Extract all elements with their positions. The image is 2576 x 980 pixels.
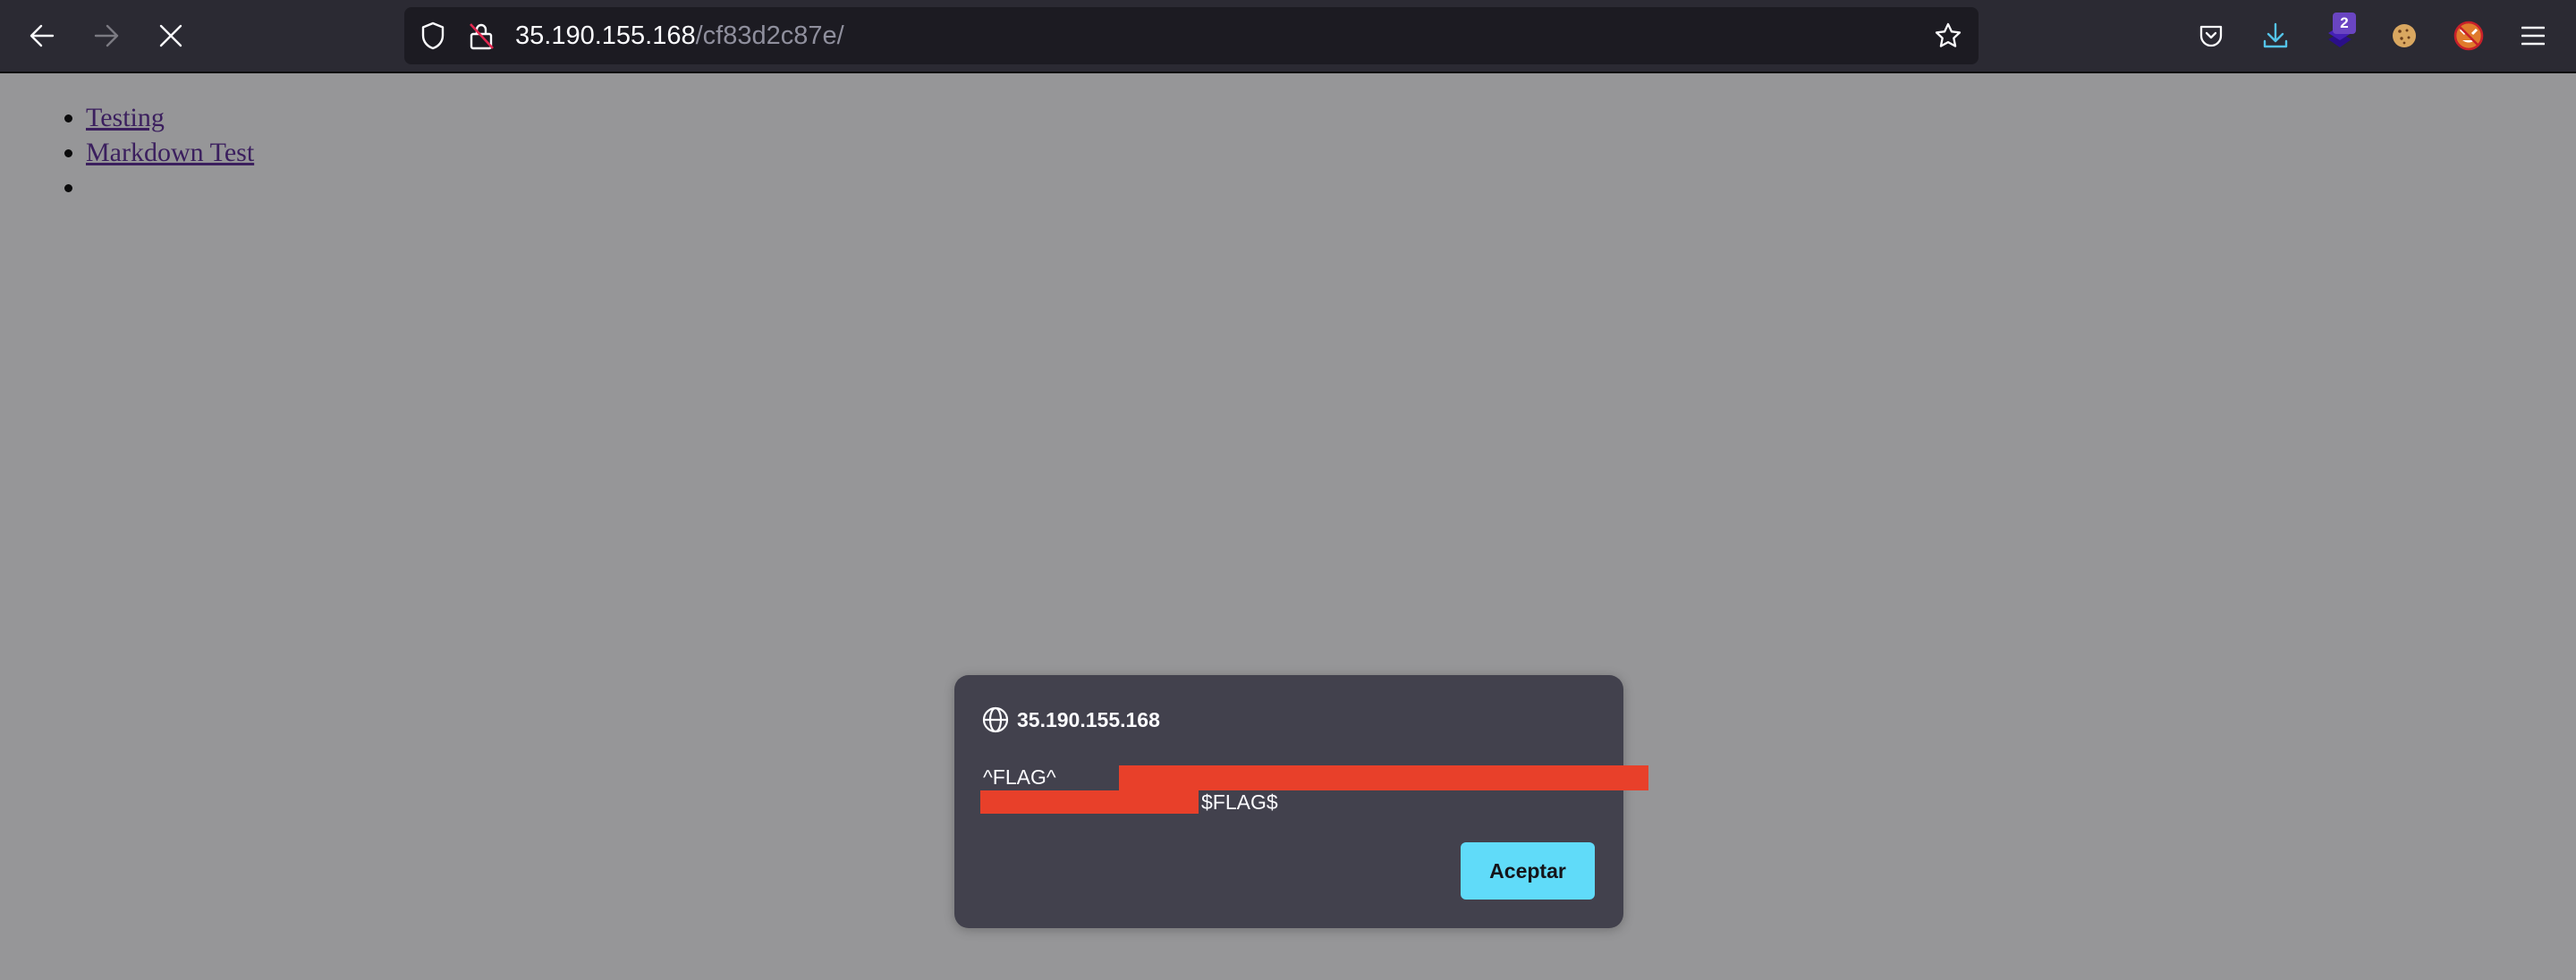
page-link-list: Testing Markdown Test [0, 100, 254, 205]
blocked-fox-icon [2453, 21, 2484, 51]
list-item [86, 170, 254, 205]
shield-icon [421, 21, 445, 50]
link-markdown-test[interactable]: Markdown Test [86, 138, 254, 167]
list-item: Markdown Test [86, 135, 254, 170]
url-text[interactable]: 35.190.155.168/cf83d2c87e/ [515, 7, 844, 64]
link-testing[interactable]: Testing [86, 103, 165, 132]
pocket-button[interactable] [2190, 14, 2233, 57]
site-security-button[interactable] [467, 21, 496, 50]
alert-dialog: 35.190.155.168 ^FLAG^ $FLAG$ Aceptar [954, 675, 1648, 928]
cookie-icon [2393, 24, 2416, 47]
stop-button[interactable] [149, 14, 192, 57]
url-path: /cf83d2c87e/ [695, 21, 844, 50]
dialog-host: 35.190.155.168 [1017, 707, 1160, 731]
globe-icon [982, 706, 1009, 733]
app-menu-button[interactable] [2512, 14, 2555, 57]
redaction-block [1119, 765, 1648, 790]
bookmark-button[interactable] [1934, 21, 1962, 50]
dialog-origin: 35.190.155.168 [981, 704, 1160, 736]
tracking-protection-button[interactable] [419, 21, 447, 50]
list-item: Testing [86, 100, 254, 135]
arrow-right-icon [94, 24, 119, 47]
blocked-fox-extension-button[interactable] [2447, 14, 2490, 57]
forward-button[interactable] [85, 14, 128, 57]
star-icon [1935, 22, 1962, 47]
browser-toolbar: 35.190.155.168/cf83d2c87e/ 2 [0, 0, 2576, 73]
flag-prefix: ^FLAG^ [983, 765, 1056, 789]
insecure-lock-icon [470, 23, 494, 50]
flag-suffix: $FLAG$ [1201, 790, 1278, 814]
redaction-block [980, 790, 1199, 814]
url-bar[interactable]: 35.190.155.168/cf83d2c87e/ [404, 7, 1979, 64]
back-button[interactable] [21, 14, 64, 57]
accept-button[interactable]: Aceptar [1461, 842, 1595, 900]
extension-badge: 2 [2333, 13, 2356, 34]
downloads-button[interactable] [2254, 14, 2297, 57]
cookie-extension-button[interactable] [2383, 14, 2426, 57]
url-host: 35.190.155.168 [515, 21, 696, 50]
hamburger-menu-icon [2521, 26, 2545, 46]
arrow-left-icon [30, 24, 55, 47]
download-icon [2263, 22, 2288, 48]
close-icon [159, 24, 182, 47]
pocket-icon [2199, 25, 2223, 47]
